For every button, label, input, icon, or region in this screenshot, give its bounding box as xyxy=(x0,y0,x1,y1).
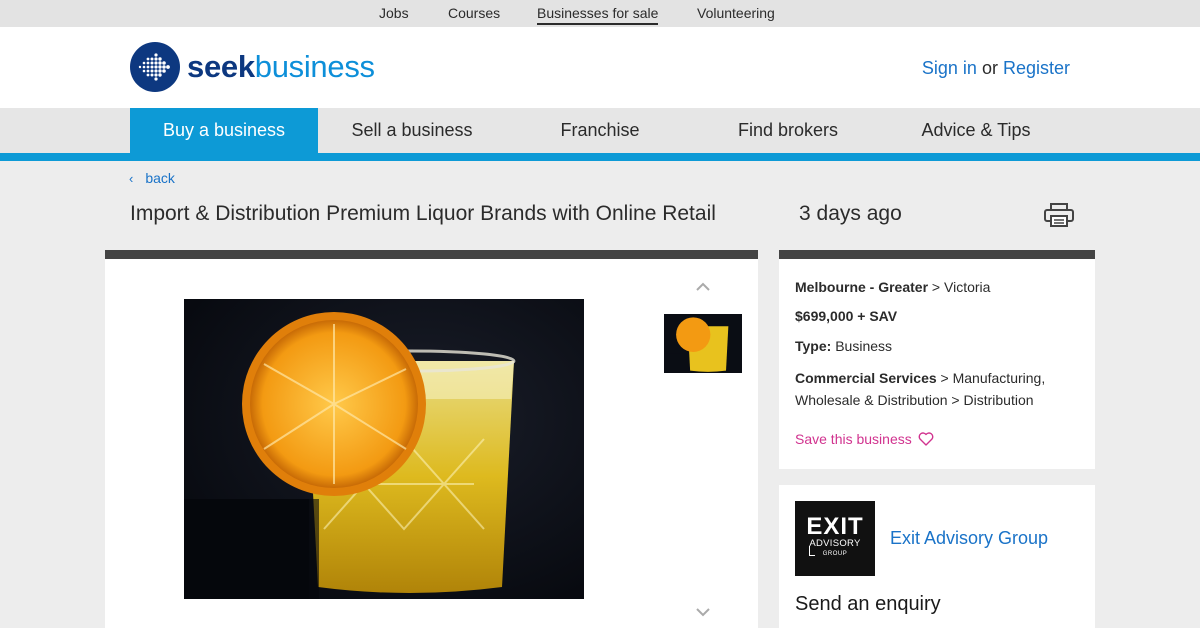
cocktail-thumbnail xyxy=(664,314,742,373)
gallery-header-bar xyxy=(105,250,758,259)
logo-seek-text: seek xyxy=(187,49,255,84)
listing-location: Melbourne - Greater > Victoria xyxy=(795,279,991,295)
logo-group-text: GROUP xyxy=(822,551,848,557)
agent-panel: EXIT ADVISORY GROUP Exit Advisory Group … xyxy=(779,485,1095,628)
listing-category: Commercial Services > Manufacturing, Who… xyxy=(795,370,1046,408)
back-label: back xyxy=(145,170,175,186)
topnav-volunteering[interactable]: Volunteering xyxy=(697,5,775,21)
logo-exit-text: EXIT xyxy=(806,513,864,540)
listing-posted-date: 3 days ago xyxy=(799,202,902,225)
listing-price: $699,000 + SAV xyxy=(795,305,1085,327)
exit-advisory-logo[interactable]: EXIT ADVISORY GROUP xyxy=(795,501,875,576)
register-link[interactable]: Register xyxy=(1003,58,1070,78)
type-value: Business xyxy=(835,338,893,354)
topnav-jobs[interactable]: Jobs xyxy=(379,5,409,21)
nav-advice-tips[interactable]: Advice & Tips xyxy=(882,108,1070,153)
save-label: Save this business xyxy=(795,431,912,447)
price-value: $699,000 + SAV xyxy=(795,308,898,324)
sign-in-link[interactable]: Sign in xyxy=(922,58,977,78)
nav-buy-a-business[interactable]: Buy a business xyxy=(130,108,318,153)
topnav-courses[interactable]: Courses xyxy=(448,5,500,21)
seek-dots-logo-icon xyxy=(130,42,180,92)
seekbusiness-logo[interactable]: seekbusiness xyxy=(130,42,375,92)
listing-type: Type: Business xyxy=(795,335,1085,357)
back-link[interactable]: ‹ back xyxy=(129,170,175,186)
listing-info-panel: Melbourne - Greater > Victoria $699,000 … xyxy=(779,259,1095,469)
auth-links: Sign in or Register xyxy=(922,58,1070,79)
photo-gallery xyxy=(105,259,758,628)
cocktail-photo xyxy=(184,299,584,599)
nav-find-brokers[interactable]: Find brokers xyxy=(694,108,882,153)
logo-business-text: business xyxy=(254,49,375,84)
printer-icon[interactable] xyxy=(1044,203,1074,227)
save-business-button[interactable]: Save this business xyxy=(795,431,934,447)
gallery-thumbnail[interactable] xyxy=(664,314,742,373)
logo-advisory-text: ADVISORY xyxy=(809,538,861,549)
main-listing-photo[interactable] xyxy=(184,299,584,599)
agent-name-link[interactable]: Exit Advisory Group xyxy=(890,528,1048,549)
category-link[interactable]: Commercial Services xyxy=(795,370,937,386)
type-label: Type: xyxy=(795,338,832,354)
listing-title: Import & Distribution Premium Liquor Bra… xyxy=(130,202,716,225)
location-area[interactable]: Melbourne - Greater xyxy=(795,279,928,295)
auth-or-text: or xyxy=(981,58,998,78)
top-utility-nav: Jobs Courses Businesses for sale Volunte… xyxy=(0,0,1200,27)
info-header-bar xyxy=(779,250,1095,259)
site-header: seekbusiness Sign in or Register xyxy=(0,27,1200,108)
send-enquiry-heading: Send an enquiry xyxy=(795,593,941,615)
chevron-up-icon[interactable] xyxy=(694,281,712,293)
heart-outline-icon xyxy=(918,432,934,446)
chevron-down-icon[interactable] xyxy=(694,606,712,618)
subsubcategory-link[interactable]: Distribution xyxy=(963,392,1033,408)
logo-wordmark: seekbusiness xyxy=(187,49,375,85)
location-state[interactable]: Victoria xyxy=(944,279,990,295)
main-nav: Buy a business Sell a business Franchise… xyxy=(0,108,1200,153)
topnav-businesses-for-sale[interactable]: Businesses for sale xyxy=(537,5,659,25)
chevron-left-icon: ‹ xyxy=(129,171,134,186)
nav-franchise[interactable]: Franchise xyxy=(506,108,694,153)
nav-sell-a-business[interactable]: Sell a business xyxy=(318,108,506,153)
nav-accent-line xyxy=(0,153,1200,161)
